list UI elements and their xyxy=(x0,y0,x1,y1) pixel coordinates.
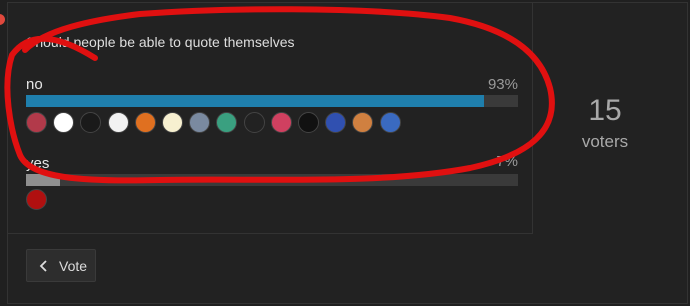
voters-label: voters xyxy=(581,132,629,151)
chevron-left-icon xyxy=(39,259,47,272)
vote-button[interactable]: Vote xyxy=(26,249,96,282)
voter-avatar[interactable] xyxy=(270,112,292,133)
voter-avatar[interactable] xyxy=(134,112,156,133)
voter-avatar[interactable] xyxy=(162,112,183,133)
poll-option-percent: 7% xyxy=(496,153,518,170)
poll-option-bar-fill xyxy=(26,95,484,107)
notification-dot xyxy=(0,14,5,25)
poll-option-label: yes xyxy=(26,155,50,172)
poll-option-bar xyxy=(26,174,518,186)
poll-option-percent: 93% xyxy=(487,76,518,93)
voters-count: 15 xyxy=(588,94,622,127)
voter-avatar[interactable] xyxy=(298,112,319,133)
voter-avatar[interactable] xyxy=(107,112,129,133)
poll-question: Should people be able to quote themselve… xyxy=(26,34,295,50)
voter-avatar[interactable] xyxy=(26,112,47,133)
voter-avatar[interactable] xyxy=(379,112,401,133)
vote-button-label: Vote xyxy=(59,257,88,274)
voter-avatar[interactable] xyxy=(243,112,265,133)
poll-option-bar xyxy=(26,95,518,107)
voter-avatar[interactable] xyxy=(26,189,47,210)
poll-option-label: no xyxy=(26,76,43,93)
poll-option-bar-fill xyxy=(26,174,60,186)
